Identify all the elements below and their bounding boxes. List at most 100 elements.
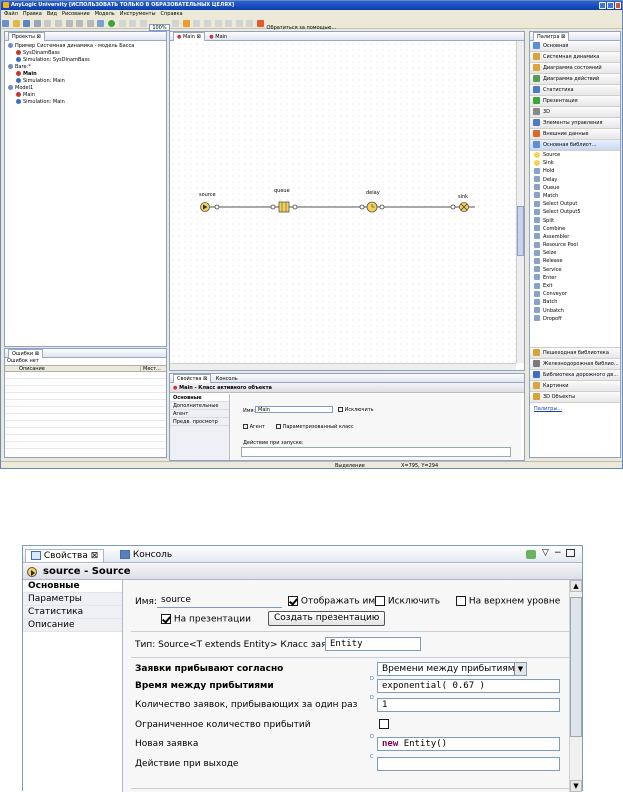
palette-item[interactable]: Batch: [530, 298, 620, 306]
palette-item[interactable]: Enter: [530, 274, 620, 282]
properties-tab[interactable]: Свойства ⊠: [25, 549, 105, 562]
palette-tab[interactable]: Палитра ⊠: [533, 32, 570, 41]
queue-block[interactable]: [270, 201, 298, 213]
props-section-small[interactable]: Агент: [170, 410, 229, 418]
delay-block[interactable]: [359, 201, 385, 213]
console-tab[interactable]: Консоль: [115, 549, 177, 562]
source-block[interactable]: [200, 202, 220, 212]
editor-tab-main-2[interactable]: ● Main: [206, 34, 230, 40]
scroll-up-icon[interactable]: ▲: [570, 580, 582, 592]
scroll-down-icon[interactable]: ▼: [570, 780, 582, 792]
palette-item[interactable]: Dropoff: [530, 315, 620, 323]
palette-item[interactable]: Split: [530, 217, 620, 225]
create-presentation-button[interactable]: Создать презентацию: [268, 611, 386, 626]
param-class-checkbox[interactable]: Параметризованный класс: [276, 424, 354, 430]
palette-item[interactable]: Delay: [530, 176, 620, 184]
ungroup-icon[interactable]: [235, 20, 243, 27]
sink-block[interactable]: [450, 202, 469, 212]
run-icon[interactable]: [107, 20, 115, 27]
copy-icon[interactable]: [76, 20, 84, 27]
palette-category[interactable]: Внешние данные: [530, 129, 620, 140]
properties-section-2[interactable]: Статистика: [23, 606, 122, 619]
zoom-in-icon[interactable]: [139, 20, 147, 27]
editor-tab-main-1[interactable]: ● Main ⊠: [173, 32, 205, 41]
build-icon[interactable]: [97, 20, 105, 27]
bulb-icon[interactable]: [182, 20, 190, 27]
menu-item[interactable]: Правка: [23, 11, 42, 17]
palette-item[interactable]: Exit: [530, 282, 620, 290]
show-name-checkbox[interactable]: Отображать имя: [288, 596, 381, 607]
tree-item[interactable]: Main: [8, 92, 166, 99]
open-icon[interactable]: [12, 20, 20, 27]
palette-category[interactable]: Картинки: [530, 381, 620, 392]
properties-section-0[interactable]: Основные: [23, 580, 122, 593]
menu-item[interactable]: Вид: [47, 11, 57, 17]
palette-item[interactable]: Resource Pool: [530, 241, 620, 249]
palette-category[interactable]: Системная динамика: [530, 52, 620, 63]
param-value-input[interactable]: new Entity(): [377, 737, 560, 751]
palette-item[interactable]: Hold: [530, 167, 620, 175]
palette-item[interactable]: Service: [530, 266, 620, 274]
save-icon[interactable]: [23, 20, 31, 27]
close-icon[interactable]: [615, 2, 621, 9]
console-tab-small[interactable]: Консоль: [213, 376, 241, 382]
palette-category[interactable]: 3D: [530, 107, 620, 118]
param-value-input[interactable]: [377, 757, 560, 771]
palette-category[interactable]: Пешеходная библиотека: [530, 348, 620, 359]
menu-item[interactable]: Инструменты: [120, 11, 156, 17]
palette-item[interactable]: Sink: [530, 159, 620, 167]
palette-item[interactable]: Queue: [530, 184, 620, 192]
palette-category[interactable]: Статистика: [530, 85, 620, 96]
palette-category[interactable]: Диаграмма состояний: [530, 63, 620, 74]
group-icon[interactable]: [225, 20, 233, 27]
pin-icon[interactable]: [526, 550, 536, 559]
zoom-select[interactable]: 100%: [149, 24, 170, 31]
palette-category[interactable]: Железнодорожная библио...: [530, 359, 620, 370]
on-presentation-checkbox[interactable]: На презентации: [161, 614, 251, 625]
order-icon[interactable]: [246, 20, 254, 27]
palette-category[interactable]: Презентация: [530, 96, 620, 107]
palettes-link[interactable]: Палитры...: [530, 403, 620, 415]
palette-item[interactable]: Conveyor: [530, 290, 620, 298]
cut-icon[interactable]: [65, 20, 73, 27]
palette-category[interactable]: Диаграмма действий: [530, 74, 620, 85]
tree-item[interactable]: Simulation: Main: [8, 99, 166, 106]
palette-category[interactable]: Основная библиот...: [530, 140, 620, 151]
props-section-small[interactable]: Основные: [170, 394, 229, 402]
maximize-view-icon[interactable]: [566, 549, 575, 557]
editor-vscrollbar[interactable]: [516, 41, 524, 363]
palette-item[interactable]: Assembler: [530, 233, 620, 241]
debug-icon[interactable]: [118, 20, 126, 27]
undo-icon[interactable]: [44, 20, 52, 27]
tree-item[interactable]: Пример Системная динамика - модель Басса: [8, 43, 166, 50]
param-value-input[interactable]: 1: [377, 698, 560, 712]
palette-category[interactable]: Элементы управления: [530, 118, 620, 129]
palette-item[interactable]: Match: [530, 192, 620, 200]
model-canvas[interactable]: source queue delay sink: [170, 41, 516, 363]
limited-arrivals-checkbox[interactable]: [379, 719, 389, 729]
palette-item[interactable]: Unbatch: [530, 307, 620, 315]
scroll-thumb[interactable]: [570, 597, 582, 737]
palette-item[interactable]: Seize: [530, 249, 620, 257]
maximize-icon[interactable]: [607, 2, 614, 9]
name-input-small[interactable]: Main: [255, 406, 333, 413]
new-icon[interactable]: [2, 20, 9, 27]
errors-tab[interactable]: Ошибки ⊠: [8, 349, 43, 358]
entity-class-input[interactable]: Entity: [325, 637, 421, 651]
props-tab-small[interactable]: Свойства ⊠: [173, 374, 212, 383]
tree-item[interactable]: Main: [8, 71, 166, 78]
minimize-view-icon[interactable]: −: [554, 548, 562, 558]
tree-item[interactable]: Model1: [8, 85, 166, 92]
menu-item[interactable]: Справка: [161, 11, 183, 17]
agent-checkbox[interactable]: Агент: [243, 424, 265, 430]
arrival-mode-select[interactable]: Времени между прибытиями ▼: [377, 662, 527, 676]
startup-input[interactable]: [241, 447, 511, 457]
save-all-icon[interactable]: [33, 20, 41, 27]
props-section-small[interactable]: Предв. просмотр: [170, 418, 229, 426]
tree-item[interactable]: Simulation: SysDinamBass: [8, 57, 166, 64]
menu-item[interactable]: Модель: [95, 11, 115, 17]
param-value-input[interactable]: exponential( 0.67 ): [377, 679, 560, 693]
palette-category[interactable]: Библиотека дорожного дв...: [530, 370, 620, 381]
view-menu-icon[interactable]: ▽: [542, 548, 549, 558]
on-top-checkbox[interactable]: На верхнем уровне: [456, 596, 560, 607]
